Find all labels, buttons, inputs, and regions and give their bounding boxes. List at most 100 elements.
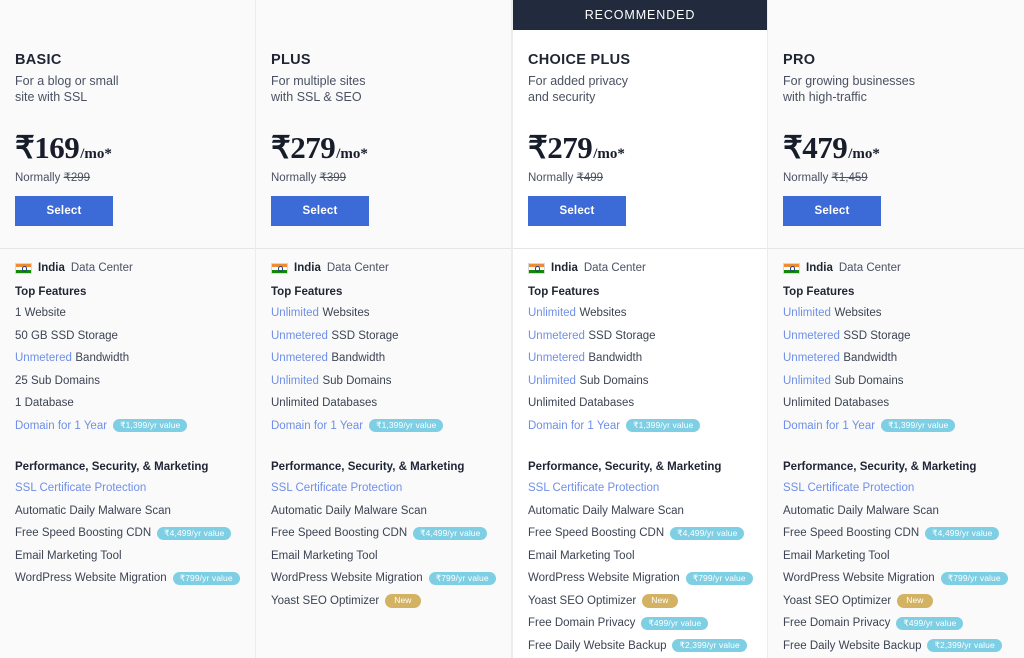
top_features-item: Unlimited Databases (783, 396, 1009, 410)
pricing-table: BASIC For a blog or small site with SSL ₹1… (0, 0, 1024, 658)
perf_features-item[interactable]: SSL Certificate Protection (528, 481, 752, 495)
plan-description: For added privacy and security (528, 74, 629, 104)
new-badge: New (385, 593, 421, 608)
plan-card: PLUS For multiple sites with SSL & SEO ₹27… (256, 0, 512, 658)
normally-price: Normally ₹399 (271, 170, 496, 184)
performance-section-heading: Performance, Security, & Marketing (783, 461, 977, 473)
price-amount: ₹479 (783, 130, 848, 165)
normally-prefix: Normally (783, 172, 829, 184)
value-badge: ₹4,499/yr value (413, 526, 488, 540)
feature-label: SSL Certificate Protection (15, 482, 147, 494)
normally-price: Normally ₹499 (528, 170, 752, 184)
perf_features-item: WordPress Website Migration ₹799/yr value (528, 571, 753, 585)
price-amount: ₹169 (15, 130, 80, 165)
plan-card: RECOMMENDED CHOICE PLUS For added privacy … (512, 0, 768, 658)
india-flag-icon (271, 262, 288, 274)
feature-label: WordPress Website Migration (15, 572, 167, 584)
feature-highlight: Unmetered (783, 352, 840, 364)
feature-label: 1 Website (15, 307, 66, 319)
top-features-list: Unlimited Websites Unmetered SSD Storage Unm… (528, 306, 752, 433)
top_features-item: Unlimited Websites (528, 306, 752, 320)
perf_features-item[interactable]: SSL Certificate Protection (783, 481, 1009, 495)
feature-label: Domain for 1 Year (15, 419, 108, 432)
perf_features-item: Automatic Daily Malware Scan (528, 504, 752, 518)
feature-label: Free Speed Boosting CDN (528, 527, 665, 539)
top_features-item[interactable]: Domain for 1 Year ₹1,399/yr value (783, 419, 1009, 433)
divider (513, 248, 767, 249)
value-badge: ₹4,499/yr value (670, 526, 745, 540)
top_features-item: 1 Website (15, 306, 240, 320)
normally-price: Normally ₹299 (15, 170, 240, 184)
original-price: ₹1,459 (831, 172, 868, 184)
feature-label: Yoast SEO Optimizer (783, 594, 892, 607)
top_features-item: Unmetered Bandwidth (15, 351, 240, 365)
perf_features-item: Yoast SEO Optimizer New (783, 593, 1009, 608)
price-amount: ₹279 (528, 130, 593, 165)
perf_features-item[interactable]: SSL Certificate Protection (271, 481, 496, 495)
feature-label: Free Speed Boosting CDN (783, 527, 920, 539)
data-center-row: India Data Center (15, 262, 240, 274)
feature-highlight: Unlimited (271, 374, 319, 387)
value-badge: ₹1,399/yr value (113, 419, 188, 432)
perf_features-item[interactable]: SSL Certificate Protection (15, 481, 240, 495)
feature-label: Automatic Daily Malware Scan (271, 504, 427, 517)
divider (256, 248, 511, 249)
feature-label: Automatic Daily Malware Scan (528, 504, 684, 517)
perf_features-item: Yoast SEO Optimizer New (271, 593, 496, 608)
top_features-item[interactable]: Domain for 1 Year ₹1,399/yr value (528, 419, 752, 433)
value-badge: ₹499/yr value (896, 616, 964, 630)
select-button[interactable]: Select (271, 196, 369, 226)
feature-label: Bandwidth (75, 352, 130, 364)
feature-highlight: Unlimited (528, 307, 576, 319)
perf_features-item: Email Marketing Tool (15, 549, 240, 563)
top_features-item: Unmetered Bandwidth (528, 351, 752, 365)
feature-label: WordPress Website Migration (528, 572, 680, 584)
select-button[interactable]: Select (783, 196, 881, 226)
top_features-item: Unmetered SSD Storage (271, 329, 496, 343)
feature-label: Bandwidth (331, 352, 386, 364)
plan-description: For a blog or small site with SSL (15, 74, 119, 104)
price-row: ₹169/mo* (15, 132, 240, 163)
top_features-item: Unmetered Bandwidth (271, 351, 496, 365)
perf_features-item: Automatic Daily Malware Scan (15, 504, 240, 518)
top_features-item[interactable]: Domain for 1 Year ₹1,399/yr value (15, 419, 240, 433)
feature-label: 1 Database (15, 397, 74, 409)
price-row: ₹279/mo* (271, 132, 496, 163)
feature-label: Domain for 1 Year (528, 419, 621, 432)
price-period: /mo* (80, 146, 112, 162)
feature-label: Yoast SEO Optimizer (271, 594, 380, 607)
recommended-banner: RECOMMENDED (513, 0, 767, 30)
value-badge: ₹799/yr value (172, 571, 240, 585)
top_features-item: Unlimited Websites (783, 306, 1009, 320)
price-period: /mo* (336, 146, 368, 162)
feature-highlight: Unlimited (528, 374, 576, 387)
feature-label: WordPress Website Migration (271, 572, 423, 584)
feature-label: Unlimited Databases (783, 397, 890, 409)
feature-label: 25 Sub Domains (15, 374, 101, 387)
top-features-heading: Top Features (528, 286, 600, 298)
feature-label: Automatic Daily Malware Scan (783, 504, 939, 517)
feature-label: SSD Storage (843, 329, 911, 342)
select-button[interactable]: Select (528, 196, 626, 226)
top_features-item[interactable]: Domain for 1 Year ₹1,399/yr value (271, 419, 496, 433)
performance-features-list: SSL Certificate Protection Automatic Dail… (271, 481, 496, 608)
feature-label: SSL Certificate Protection (783, 482, 915, 494)
feature-label: Bandwidth (588, 352, 643, 364)
normally-prefix: Normally (528, 172, 574, 184)
price-period: /mo* (848, 146, 880, 162)
select-button[interactable]: Select (15, 196, 113, 226)
feature-label: Websites (834, 307, 882, 319)
perf_features-item: WordPress Website Migration ₹799/yr value (271, 571, 496, 585)
data-center-country: India (294, 262, 321, 274)
feature-label: Email Marketing Tool (271, 549, 378, 562)
data-center-suffix: Data Center (326, 262, 389, 274)
perf_features-item: Automatic Daily Malware Scan (783, 504, 1009, 518)
perf_features-item: WordPress Website Migration ₹799/yr value (15, 571, 240, 585)
perf_features-item: Email Marketing Tool (271, 549, 496, 563)
feature-highlight: Unmetered (271, 329, 328, 342)
normally-prefix: Normally (271, 172, 317, 184)
perf_features-item: Free Speed Boosting CDN ₹4,499/yr value (15, 526, 240, 540)
plan-name: PLUS (271, 52, 311, 68)
